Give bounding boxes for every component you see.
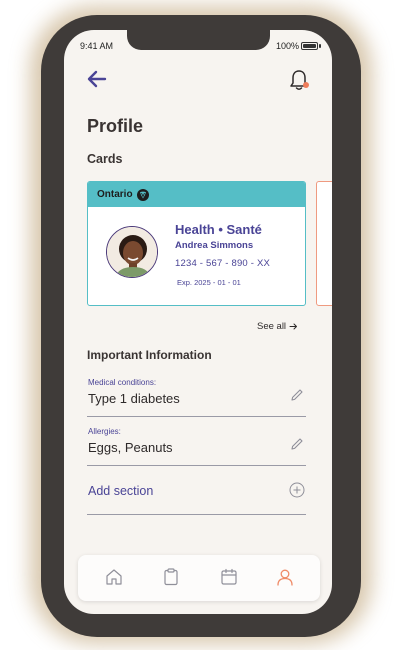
important-info-title: Important Information: [87, 348, 212, 362]
add-section-label: Add section: [88, 484, 154, 498]
home-icon[interactable]: [104, 567, 124, 587]
card-expiry: Exp. 2025 - 01 - 01: [177, 278, 241, 287]
status-time: 9:41 AM: [80, 41, 114, 51]
avatar: [106, 226, 158, 278]
notification-badge: [303, 82, 309, 88]
allergies-label: Allergies:: [88, 427, 121, 436]
card-brand: Ontario: [97, 189, 133, 200]
page-title: Profile: [87, 116, 144, 136]
clipboard-icon[interactable]: [161, 567, 181, 587]
battery-icon: [301, 42, 318, 50]
card-header: Ontario: [88, 182, 305, 207]
see-all-label: See all: [257, 321, 287, 332]
trillium-logo-icon: [136, 188, 149, 201]
see-all-link[interactable]: See all: [257, 321, 298, 332]
device-notch: [127, 30, 270, 50]
allergies-value: Eggs, Peanuts: [88, 440, 173, 455]
card-number: 1234 - 567 - 890 - XX: [175, 258, 271, 269]
pencil-icon[interactable]: [290, 388, 304, 402]
add-section-button[interactable]: Add section: [87, 474, 306, 515]
arrow-right-icon: [289, 323, 298, 330]
medical-conditions-value: Type 1 diabetes: [88, 391, 180, 406]
allergies-field[interactable]: Allergies: Eggs, Peanuts: [87, 427, 306, 466]
calendar-icon[interactable]: [219, 567, 239, 587]
card-title: Health • Santé: [175, 222, 262, 237]
back-arrow-icon[interactable]: [86, 68, 108, 90]
bell-icon[interactable]: [288, 68, 310, 92]
health-card[interactable]: Ontario Health • Santé Andrea Simmons 12…: [87, 181, 306, 306]
battery-percent: 100%: [276, 41, 300, 51]
user-icon[interactable]: [275, 567, 295, 587]
plus-circle-icon: [289, 482, 305, 498]
pencil-icon[interactable]: [290, 437, 304, 451]
card-holder-name: Andrea Simmons: [175, 240, 254, 251]
bottom-tab-bar: [78, 555, 320, 601]
battery-tip: [319, 44, 321, 48]
next-card-peek[interactable]: [316, 181, 332, 306]
medical-conditions-field[interactable]: Medical conditions: Type 1 diabetes: [87, 378, 306, 417]
cards-section-label: Cards: [87, 152, 123, 166]
medical-conditions-label: Medical conditions:: [88, 378, 157, 387]
app-screen: 9:41 AM 100% Profile Cards Ontario Healt…: [64, 30, 332, 614]
